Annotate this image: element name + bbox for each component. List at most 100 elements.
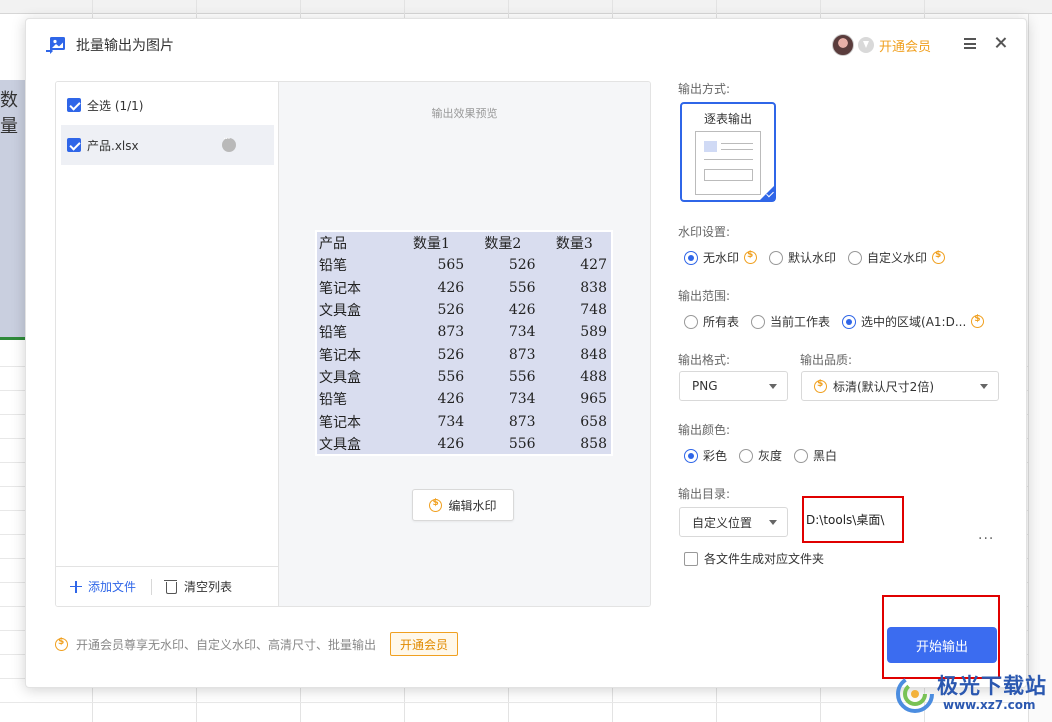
output-format-label: 输出格式: xyxy=(678,353,731,367)
vip-coin-icon xyxy=(55,637,68,651)
vip-promo-note: 开通会员尊享无水印、自定义水印、高清尺寸、批量输出 xyxy=(55,636,376,653)
header-cell: 产品 xyxy=(319,236,347,253)
radio-button[interactable] xyxy=(848,250,863,265)
radio-black-white[interactable]: 黑白 xyxy=(794,447,837,464)
radio-button[interactable] xyxy=(684,250,698,265)
open-vip-link[interactable]: 开通会员 xyxy=(879,36,931,55)
table-row: 笔记本 426 556 838 xyxy=(317,277,611,299)
menu-icon[interactable] xyxy=(964,38,976,49)
output-color-label: 输出颜色: xyxy=(678,423,731,437)
table-cell: 556 xyxy=(437,368,465,385)
logo-url: www.xz7.com xyxy=(943,698,1036,712)
logo-swirl-icon xyxy=(896,675,934,713)
quality-select[interactable]: 标清(默认尺寸2倍) xyxy=(801,371,999,401)
add-file-button[interactable]: 添加文件 xyxy=(70,578,136,595)
image-export-icon xyxy=(46,37,65,54)
selected-cell-region[interactable]: 数量 xyxy=(0,80,28,340)
table-cell: 文具盒 xyxy=(319,369,361,386)
table-cell: 427 xyxy=(580,257,607,274)
per-sheet-output-option[interactable]: 逐表输出 xyxy=(680,102,776,202)
table-cell: 526 xyxy=(508,257,536,274)
table-cell: 笔记本 xyxy=(319,280,361,297)
file-list: 全选 (1/1) 产品.xlsx 添加文件 清空列表 xyxy=(56,82,279,606)
dir-select[interactable]: 自定义位置 xyxy=(679,507,788,537)
table-row: 笔记本 526 873 848 xyxy=(317,343,611,365)
table-cell: 734 xyxy=(508,324,536,341)
subfolder-option[interactable]: 各文件生成对应文件夹 xyxy=(684,550,824,567)
subfolder-checkbox[interactable] xyxy=(684,551,698,566)
select-all-row[interactable]: 全选 (1/1) xyxy=(61,85,274,125)
user-avatar[interactable] xyxy=(832,34,854,56)
radio-button[interactable] xyxy=(739,448,754,463)
sheet-column-header xyxy=(0,0,1052,14)
table-row: 文具盒 556 556 488 xyxy=(317,366,611,388)
output-quality-label: 输出品质: xyxy=(800,353,853,367)
close-icon[interactable] xyxy=(992,34,1010,52)
table-cell: 426 xyxy=(437,435,465,452)
radio-all-sheets[interactable]: 所有表 xyxy=(684,313,739,330)
file-list-footer: 添加文件 清空列表 xyxy=(56,566,278,606)
radio-custom-watermark[interactable]: 自定义水印 xyxy=(848,249,946,266)
table-cell: 铅笔 xyxy=(319,325,347,342)
radio-label: 自定义水印 xyxy=(867,251,928,265)
table-cell: 426 xyxy=(437,279,465,296)
radio-button[interactable] xyxy=(684,314,698,329)
sheet-scrollbar[interactable] xyxy=(1028,14,1052,722)
table-cell: 488 xyxy=(580,368,607,385)
vip-promo-text: 开通会员尊享无水印、自定义水印、高清尺寸、批量输出 xyxy=(76,638,377,652)
radio-selected-range[interactable]: 选中的区域(A1:D... xyxy=(842,313,985,330)
quality-select-value: 标清(默认尺寸2倍) xyxy=(833,379,934,394)
radio-button[interactable] xyxy=(842,314,857,329)
radio-label: 灰度 xyxy=(758,449,783,463)
vip-coin-icon xyxy=(429,498,443,512)
table-cell: 笔记本 xyxy=(319,414,361,431)
plus-icon xyxy=(70,580,82,593)
dir-select-value: 自定义位置 xyxy=(692,515,753,530)
radio-button[interactable] xyxy=(794,448,809,463)
more-options-icon[interactable] xyxy=(222,134,236,152)
select-all-checkbox[interactable] xyxy=(67,98,81,112)
radio-current-sheet[interactable]: 当前工作表 xyxy=(751,313,830,330)
table-cell: 文具盒 xyxy=(319,436,361,453)
radio-color[interactable]: 彩色 xyxy=(684,447,727,464)
output-color-options: 彩色 灰度 黑白 xyxy=(684,447,849,464)
radio-button[interactable] xyxy=(751,314,766,329)
table-cell: 426 xyxy=(437,391,465,408)
watermark-label: 水印设置: xyxy=(678,225,731,239)
clear-list-label: 清空列表 xyxy=(184,580,233,594)
file-checkbox[interactable] xyxy=(67,138,81,152)
radio-label: 默认水印 xyxy=(788,251,837,265)
table-row: 铅笔 873 734 589 xyxy=(317,321,611,343)
radio-grayscale[interactable]: 灰度 xyxy=(739,447,782,464)
radio-button[interactable] xyxy=(769,250,784,265)
table-cell: 589 xyxy=(580,324,607,341)
table-row: 铅笔 565 526 427 xyxy=(317,254,611,276)
table-cell: 556 xyxy=(508,435,536,452)
chevron-down-icon xyxy=(769,384,777,389)
edit-watermark-button[interactable]: 编辑水印 xyxy=(412,489,514,521)
vip-icon xyxy=(858,37,874,53)
preview-table-header: 产品 数量1 数量2 数量3 xyxy=(317,232,611,254)
site-watermark-logo: 极光下载站 www.xz7.com xyxy=(893,670,1046,718)
radio-button[interactable] xyxy=(684,448,698,463)
file-list-item[interactable]: 产品.xlsx xyxy=(61,125,274,165)
clear-list-button[interactable]: 清空列表 xyxy=(164,578,233,595)
radio-default-watermark[interactable]: 默认水印 xyxy=(769,249,836,266)
table-cell: 858 xyxy=(580,435,607,452)
output-preview: 输出效果预览 产品 数量1 数量2 数量3 铅笔 565 526 427 笔记本 426… xyxy=(279,82,650,606)
table-cell: 笔记本 xyxy=(319,347,361,364)
table-cell: 873 xyxy=(508,413,536,430)
output-mode-label: 输出方式: xyxy=(678,82,731,96)
table-cell: 文具盒 xyxy=(319,303,361,320)
browse-more-icon[interactable]: ··· xyxy=(978,531,994,547)
open-vip-button[interactable]: 开通会员 xyxy=(390,632,458,656)
watermark-options: 无水印 默认水印 自定义水印 xyxy=(684,249,957,266)
radio-label: 当前工作表 xyxy=(770,315,831,329)
cell-text: 数量 xyxy=(0,90,18,137)
table-cell: 426 xyxy=(508,302,536,319)
chevron-down-icon xyxy=(980,384,988,389)
document-icon xyxy=(695,131,761,195)
radio-no-watermark[interactable]: 无水印 xyxy=(684,249,758,266)
format-select[interactable]: PNG xyxy=(679,371,788,401)
header-cell: 数量3 xyxy=(555,236,593,253)
